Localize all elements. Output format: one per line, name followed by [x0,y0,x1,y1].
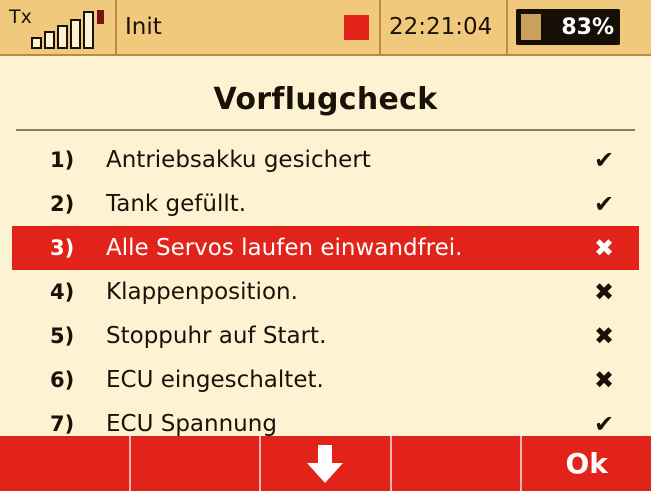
checklist[interactable]: 1) Antriebsakku gesichert ✔ 2) Tank gefü… [12,138,639,436]
row-number: 3) [50,236,75,260]
row-number: 5) [50,324,75,348]
model-name-cell: Init [117,0,381,54]
row-label: Antriebsakku gesichert [106,147,371,173]
checklist-row-4[interactable]: 4) Klappenposition. ✖ [12,270,639,314]
function-button-4[interactable] [392,436,523,491]
battery-cell: 83% [508,0,651,54]
check-icon[interactable]: ✔ [569,146,639,174]
function-button-1[interactable] [0,436,131,491]
model-name: Init [125,14,162,40]
check-icon[interactable]: ✔ [569,410,639,436]
row-label: Tank gefüllt. [106,191,247,217]
cross-icon[interactable]: ✖ [569,278,639,306]
cross-icon[interactable]: ✖ [569,234,639,262]
row-number: 6) [50,368,75,392]
title-divider [16,129,635,131]
status-bar: Tx Init 22:21:04 83% [0,0,651,56]
function-button-2[interactable] [131,436,262,491]
row-label: Klappenposition. [106,279,298,305]
signal-strength-icon [31,10,104,49]
scroll-down-button[interactable] [261,436,392,491]
row-label: ECU eingeschaltet. [106,367,324,393]
record-indicator-icon [344,14,369,40]
checklist-row-1[interactable]: 1) Antriebsakku gesichert ✔ [12,138,639,182]
tx-signal-indicator: Tx [0,0,117,54]
row-number: 7) [50,412,75,436]
checklist-row-6[interactable]: 6) ECU eingeschaltet. ✖ [12,358,639,402]
checklist-row-7[interactable]: 7) ECU Spannung ✔ [12,402,639,436]
row-label: ECU Spannung [106,411,277,436]
clock: 22:21:04 [381,0,508,54]
row-label: Alle Servos laufen einwandfrei. [106,235,463,261]
battery-percent: 83% [561,14,614,40]
checklist-row-2[interactable]: 2) Tank gefüllt. ✔ [12,182,639,226]
tx-label: Tx [9,6,32,28]
row-number: 4) [50,280,75,304]
cross-icon[interactable]: ✖ [569,322,639,350]
page-title: Vorflugcheck [213,82,438,117]
cross-icon[interactable]: ✖ [569,366,639,394]
checklist-row-5[interactable]: 5) Stoppuhr auf Start. ✖ [12,314,639,358]
row-label: Stoppuhr auf Start. [106,323,327,349]
battery-fill [521,14,541,40]
check-icon[interactable]: ✔ [569,190,639,218]
battery-icon: 83% [516,9,620,45]
function-button-bar: Ok [0,436,651,491]
arrow-down-icon [307,444,344,483]
checklist-row-3[interactable]: 3) Alle Servos laufen einwandfrei. ✖ [12,226,639,270]
row-number: 1) [50,148,75,172]
ok-button[interactable]: Ok [522,436,651,491]
row-number: 2) [50,192,75,216]
